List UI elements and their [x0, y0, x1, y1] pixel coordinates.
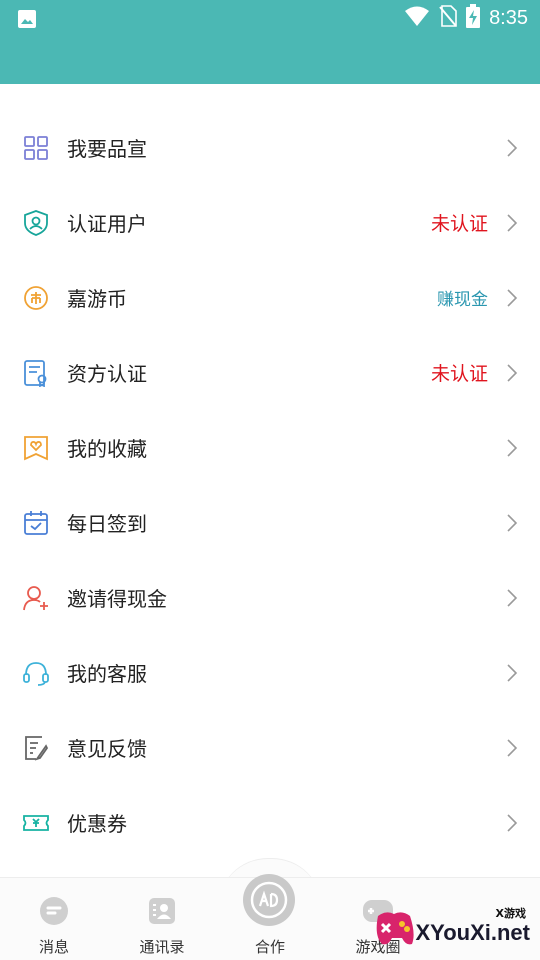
calendar-check-icon	[22, 509, 50, 537]
chevron-right-icon	[506, 588, 518, 608]
chevron-right-icon	[506, 513, 518, 533]
favorite-heart-icon	[22, 434, 50, 462]
menu-list: 我要品宣 认证用户 未认证 嘉游币 赚现金 资方认证 未认证 我的收藏 每日签到…	[0, 110, 540, 860]
menu-item-investor-verification[interactable]: 资方认证 未认证	[0, 335, 540, 410]
earn-cash-link[interactable]: 赚现金	[437, 285, 488, 310]
menu-item-jiayou-coin[interactable]: 嘉游币 赚现金	[0, 260, 540, 335]
menu-item-feedback[interactable]: 意见反馈	[0, 710, 540, 785]
headset-icon	[22, 659, 50, 687]
status-badge: 未认证	[430, 213, 488, 235]
contacts-icon	[147, 896, 177, 930]
tab-label: 通讯录	[139, 938, 185, 956]
shield-icon	[22, 209, 50, 237]
menu-item-favorites[interactable]: 我的收藏	[0, 410, 540, 485]
image-icon	[17, 9, 37, 33]
coupon-icon	[22, 809, 50, 837]
menu-item-label: 资方认证	[67, 362, 147, 386]
menu-item-pinxuan[interactable]: 我要品宣	[0, 110, 540, 185]
message-icon	[39, 896, 69, 930]
menu-item-label: 优惠券	[67, 812, 127, 836]
tab-messages[interactable]: 消息	[0, 878, 108, 960]
tab-label: 合作	[254, 938, 285, 956]
chevron-right-icon	[506, 213, 518, 233]
menu-item-customer-service[interactable]: 我的客服	[0, 635, 540, 710]
no-sim-icon	[439, 5, 457, 31]
chevron-right-icon	[506, 363, 518, 383]
menu-item-label: 嘉游币	[67, 287, 127, 311]
status-time: 8:35	[489, 6, 528, 29]
menu-item-verified-user[interactable]: 认证用户 未认证	[0, 185, 540, 260]
chevron-right-icon	[506, 288, 518, 308]
feedback-edit-icon	[22, 734, 50, 762]
tab-contacts[interactable]: 通讯录	[108, 878, 216, 960]
menu-item-coupons[interactable]: 优惠券	[0, 785, 540, 860]
certificate-icon	[22, 359, 50, 387]
chevron-right-icon	[506, 663, 518, 683]
user-add-icon	[22, 584, 50, 612]
menu-item-label: 意见反馈	[67, 737, 147, 761]
status-badge: 未认证	[430, 363, 488, 385]
chevron-right-icon	[506, 813, 518, 833]
battery-charging-icon	[466, 4, 481, 32]
chevron-right-icon	[506, 138, 518, 158]
watermark-logo: X游戏 XYouXi.net	[370, 900, 540, 960]
coin-icon	[22, 284, 50, 312]
menu-item-label: 邀请得现金	[67, 587, 167, 611]
wifi-icon	[404, 5, 430, 31]
menu-item-label: 我的收藏	[67, 437, 147, 461]
menu-item-label: 我要品宣	[67, 137, 147, 161]
watermark-big-text: XYouXi.net	[415, 920, 531, 945]
menu-item-label: 我的客服	[67, 662, 147, 686]
grid-icon	[22, 134, 50, 162]
cooperation-icon[interactable]	[243, 874, 295, 926]
menu-item-label: 每日签到	[67, 512, 147, 536]
status-bar: 8:35	[0, 0, 540, 84]
chevron-right-icon	[506, 738, 518, 758]
menu-item-label: 认证用户	[67, 212, 147, 236]
menu-item-daily-checkin[interactable]: 每日签到	[0, 485, 540, 560]
menu-item-invite-cash[interactable]: 邀请得现金	[0, 560, 540, 635]
tab-label: 消息	[38, 938, 69, 956]
watermark-small-text: X游戏	[495, 907, 526, 920]
chevron-right-icon	[506, 438, 518, 458]
